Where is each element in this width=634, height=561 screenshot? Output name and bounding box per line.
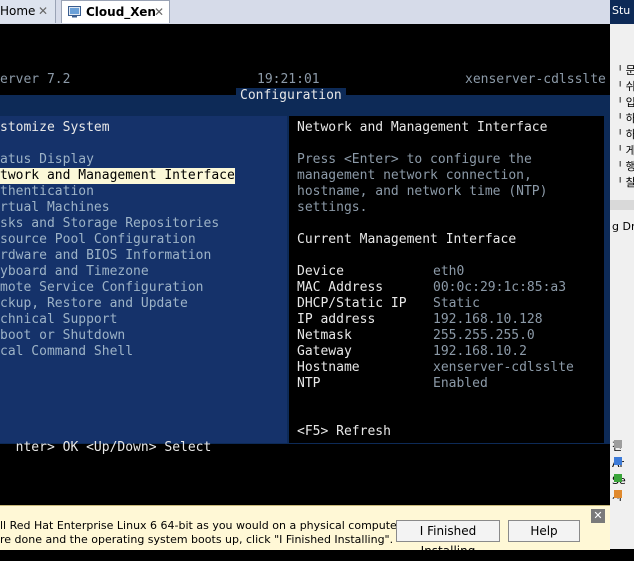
field-value: 255.255.255.0 bbox=[433, 328, 535, 343]
menu-footer: nter> OK <Up/Down> Select bbox=[0, 424, 212, 456]
legend-green-square bbox=[614, 474, 622, 482]
legend-blue-square bbox=[614, 457, 622, 465]
menu-item[interactable]: yboard and Timezone bbox=[0, 264, 149, 280]
tab-home-label: Home bbox=[0, 4, 36, 18]
field-value: xenserver-cdlsslte bbox=[433, 360, 574, 375]
menu-item[interactable]: ckup, Restore and Update bbox=[0, 296, 188, 312]
i-finished-installing-button[interactable]: I Finished Installing bbox=[396, 520, 500, 558]
strip-line: ᅵ 게서 bbox=[612, 144, 634, 157]
menu-item[interactable]: chnical Support bbox=[0, 312, 117, 328]
menu-item[interactable]: thentication bbox=[0, 184, 94, 200]
field-label: Hostname bbox=[297, 360, 360, 375]
strip-line: ᅵ 하인 bbox=[612, 128, 634, 141]
field-value: 192.168.10.2 bbox=[433, 344, 527, 359]
field-label: Device bbox=[297, 264, 344, 279]
console-product-version: erver 7.2 bbox=[0, 72, 71, 87]
field-label: DHCP/Static IP bbox=[297, 296, 407, 311]
refresh-hint: <F5> Refresh bbox=[297, 424, 391, 439]
menu-item[interactable]: mote Service Configuration bbox=[0, 280, 204, 296]
tab-cloud-xen-label: Cloud_Xen bbox=[86, 5, 156, 19]
configuration-title: Configuration bbox=[236, 88, 346, 104]
adjacent-window-strip: Stu ᅵ 문자 ᅵ 쉬처 ᅵ 입는 ᅵ 하인 ᅵ 하인 ᅵ 게서 ᅵ 행 시 ᅵ 찰 삭 g D… bbox=[610, 0, 634, 549]
strip-line: ᅵ 행 시 bbox=[612, 160, 634, 173]
field-label: Netmask bbox=[297, 328, 352, 343]
legend-gray-square bbox=[614, 440, 622, 448]
menu-item[interactable]: cal Command Shell bbox=[0, 344, 133, 360]
description-line: settings. bbox=[297, 200, 368, 215]
field-label: NTP bbox=[297, 376, 321, 391]
field-value: eth0 bbox=[433, 264, 465, 279]
menu-item-selected[interactable]: twork and Management Interface bbox=[0, 168, 235, 184]
legend-orange-square bbox=[614, 490, 622, 498]
tab-home[interactable]: Home ✕ bbox=[0, 0, 56, 23]
field-label: IP address bbox=[297, 312, 376, 327]
menu-footer-text: nter> OK <Up/Down> Select bbox=[15, 440, 212, 455]
menu-item[interactable]: atus Display bbox=[0, 152, 94, 168]
strip-line: ᅵ 하인 bbox=[612, 112, 634, 125]
notification-close-icon[interactable]: ✕ bbox=[591, 509, 605, 523]
field-value: Static bbox=[433, 296, 480, 311]
field-value: 192.168.10.128 bbox=[433, 312, 543, 327]
detail-title: Network and Management Interface bbox=[297, 120, 548, 135]
strip-line: ᅵ 입는 bbox=[612, 96, 634, 109]
menu-item[interactable]: rdware and BIOS Information bbox=[0, 248, 211, 264]
description-line: Press <Enter> to configure the bbox=[297, 152, 532, 167]
console-hostname: xenserver-cdlsslte bbox=[465, 72, 606, 87]
strip-line: ᅵ 문자 bbox=[612, 64, 634, 77]
field-value: 00:0c:29:1c:85:a3 bbox=[433, 280, 567, 295]
strip-line: ᅵ 찰 삭 bbox=[612, 176, 634, 189]
field-label: MAC Address bbox=[297, 280, 384, 295]
menu-item[interactable]: source Pool Configuration bbox=[0, 232, 196, 248]
field-value: Enabled bbox=[433, 376, 488, 391]
console-clock: 19:21:01 bbox=[257, 72, 320, 87]
field-label: Gateway bbox=[297, 344, 352, 359]
tab-cloud-xen-close-icon[interactable]: ✕ bbox=[154, 1, 164, 24]
description-line: management network connection, bbox=[297, 168, 532, 183]
strip-line: ᅵ 쉬처 bbox=[612, 80, 634, 93]
tab-home-close-icon[interactable]: ✕ bbox=[38, 0, 48, 23]
menu-item[interactable]: sks and Storage Repositories bbox=[0, 216, 219, 232]
menu-item[interactable]: rtual Machines bbox=[0, 200, 110, 216]
menu-title: stomize System bbox=[0, 120, 110, 135]
notification-line-1: ll Red Hat Enterprise Linux 6 64-bit as … bbox=[0, 519, 439, 532]
current-interface-title: Current Management Interface bbox=[297, 232, 517, 247]
strip-scroll bbox=[610, 200, 634, 210]
vm-icon bbox=[68, 6, 81, 18]
description-line: hostname, and network time (NTP) bbox=[297, 184, 548, 199]
strip-line: Stu bbox=[612, 4, 631, 17]
menu-item[interactable]: boot or Shutdown bbox=[0, 328, 125, 344]
strip-line: g Dri bbox=[612, 220, 634, 233]
help-button[interactable]: Help bbox=[508, 520, 580, 542]
notification-line-2: re done and the operating system boots u… bbox=[0, 533, 394, 546]
tab-bar: Home ✕ Cloud_Xen ✕ bbox=[0, 0, 610, 24]
tab-cloud-xen[interactable]: Cloud_Xen ✕ bbox=[61, 0, 170, 23]
